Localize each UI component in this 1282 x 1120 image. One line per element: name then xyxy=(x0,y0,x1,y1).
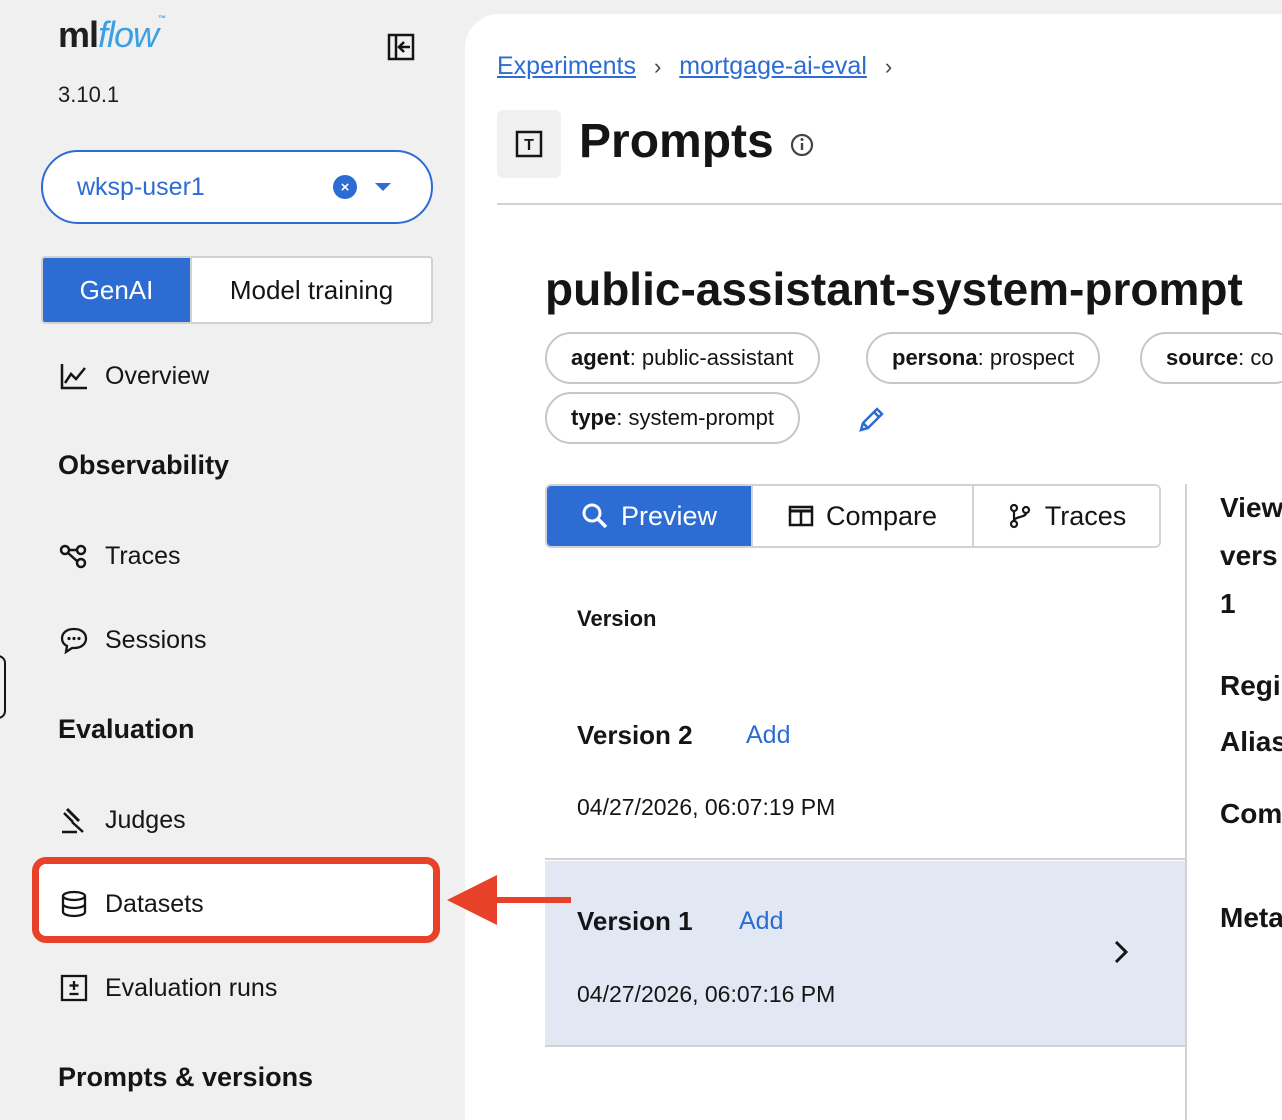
prompts-versions-heading: Prompts & versions xyxy=(58,1062,314,1092)
version-row-selected[interactable]: Version 1 Add 04/27/2026, 06:07:16 PM xyxy=(545,861,1185,1047)
sidebar-item-label: Evaluation runs xyxy=(105,973,278,1002)
title-divider xyxy=(497,203,1282,205)
sidebar-item-judges[interactable]: Judges xyxy=(58,804,186,836)
version-date: 04/27/2026, 06:07:16 PM xyxy=(577,981,836,1007)
genai-toggle-button[interactable]: GenAI xyxy=(43,258,190,322)
sidebar-item-evaluation-runs[interactable]: Evaluation runs xyxy=(58,972,277,1004)
tag-agent: agent: public-assistant xyxy=(545,332,820,384)
collapse-sidebar-button[interactable] xyxy=(384,30,418,64)
prompt-page-icon: T xyxy=(497,110,561,178)
breadcrumb: Experiments › mortgage-ai-eval › xyxy=(497,52,910,81)
traces-icon xyxy=(58,540,90,572)
caret-down-icon[interactable] xyxy=(375,183,391,191)
info-icon[interactable] xyxy=(789,132,815,158)
left-edge-frame xyxy=(0,655,6,719)
detail-commit-label: Com xyxy=(1220,798,1282,829)
version-date: 04/27/2026, 06:07:19 PM xyxy=(577,794,836,820)
main-panel: Experiments › mortgage-ai-eval › T Promp… xyxy=(465,14,1282,1120)
columns-icon xyxy=(788,505,814,527)
observability-heading: Observability xyxy=(58,450,230,480)
search-icon xyxy=(582,503,608,529)
chevron-right-icon: › xyxy=(884,53,893,79)
sidebar-item-label: Sessions xyxy=(105,625,207,654)
sidebar-item-label: Judges xyxy=(105,805,186,834)
mode-toggle-group: GenAI Model training xyxy=(41,256,433,324)
page-title: Prompts xyxy=(579,115,774,168)
model-training-toggle-button[interactable]: Model training xyxy=(190,258,431,322)
add-alias-link[interactable]: Add xyxy=(739,907,783,936)
chat-bubble-icon xyxy=(58,624,90,656)
add-alias-link[interactable]: Add xyxy=(746,721,790,750)
collapse-sidebar-icon xyxy=(387,33,415,61)
version-name: Version 1 xyxy=(577,906,693,936)
workspace-value: wksp-user1 xyxy=(77,172,205,201)
tag-key: type xyxy=(571,405,617,430)
close-circle-icon[interactable]: × xyxy=(333,175,357,199)
svg-text:T: T xyxy=(524,137,534,154)
prompt-name: public-assistant-system-prompt xyxy=(545,263,1243,315)
workspace-select[interactable]: wksp-user1 × xyxy=(41,150,433,224)
view-tabs: Preview Compare Traces xyxy=(545,484,1161,548)
tab-preview[interactable]: Preview xyxy=(547,486,751,546)
text-box-icon: T xyxy=(515,130,543,158)
detail-title-line3: 1 xyxy=(1220,588,1236,619)
tag-value: prospect xyxy=(989,345,1075,370)
logo-flow-text: flow xyxy=(98,14,159,55)
sidebar-item-datasets[interactable]: Datasets xyxy=(58,888,204,920)
detail-title-line1: View xyxy=(1220,492,1282,523)
detail-title-line2: vers xyxy=(1220,540,1278,571)
sidebar-item-label: Datasets xyxy=(105,889,204,918)
tag-key: persona xyxy=(892,345,978,370)
sidebar-item-overview[interactable]: Overview xyxy=(58,360,209,392)
app-version: 3.10.1 xyxy=(58,82,120,107)
plus-minus-icon xyxy=(58,972,90,1004)
tag-value: co xyxy=(1250,345,1274,370)
sidebar-item-label: Traces xyxy=(105,541,181,570)
tag-value: public-assistant xyxy=(641,345,794,370)
mlflow-logo[interactable]: mlflow™ xyxy=(58,14,166,56)
breadcrumb-experiments-link[interactable]: Experiments xyxy=(497,52,636,81)
logo-ml-text: ml xyxy=(58,14,99,55)
tag-source: source: co xyxy=(1140,332,1282,384)
tab-compare[interactable]: Compare xyxy=(751,486,972,546)
database-icon xyxy=(58,888,90,920)
version-row[interactable]: Version 2 Add 04/27/2026, 06:07:19 PM xyxy=(545,684,1185,860)
version-name: Version 2 xyxy=(577,720,693,750)
sidebar-item-sessions[interactable]: Sessions xyxy=(58,624,206,656)
sidebar-item-label: Overview xyxy=(105,361,210,390)
version-list-header: Version xyxy=(577,606,657,631)
sidebar-item-traces[interactable]: Traces xyxy=(58,540,180,572)
tab-label: Traces xyxy=(1044,500,1127,531)
panel-divider xyxy=(1185,484,1187,1120)
tab-traces[interactable]: Traces xyxy=(972,486,1159,546)
detail-registered-label: Regi xyxy=(1220,670,1281,701)
gavel-icon xyxy=(58,804,90,836)
detail-metadata-label: Meta xyxy=(1220,902,1282,933)
branch-icon xyxy=(1009,503,1030,529)
detail-aliases-label: Alias xyxy=(1220,726,1282,757)
chevron-right-icon: › xyxy=(653,53,662,79)
tag-persona: persona: prospect xyxy=(866,332,1101,384)
logo-trademark: ™ xyxy=(158,14,166,23)
evaluation-heading: Evaluation xyxy=(58,714,195,744)
sidebar: mlflow™ 3.10.1 wksp-user1 × GenAI Model … xyxy=(0,0,571,1120)
line-chart-icon xyxy=(58,360,90,392)
tag-key: agent xyxy=(571,345,630,370)
red-arrow-annotation xyxy=(447,875,571,925)
tag-type: type: system-prompt xyxy=(545,392,800,444)
tab-label: Compare xyxy=(825,500,938,531)
tag-key: source xyxy=(1166,345,1239,370)
pencil-icon[interactable] xyxy=(857,404,887,434)
tab-label: Preview xyxy=(620,500,718,531)
tag-value: system-prompt xyxy=(628,405,774,430)
chevron-right-icon[interactable] xyxy=(1111,937,1131,967)
breadcrumb-experiment-link[interactable]: mortgage-ai-eval xyxy=(679,52,867,81)
